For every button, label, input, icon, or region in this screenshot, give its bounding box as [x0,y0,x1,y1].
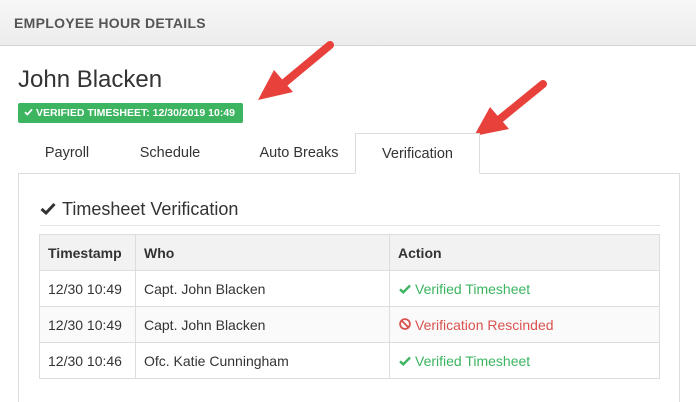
cell-who: Capt. John Blacken [135,270,390,307]
tab-payroll[interactable]: Payroll [18,133,116,174]
table-header-row: Timestamp Who Action [39,234,660,271]
annotation-arrow-tab [474,80,547,136]
section-title: Timesheet Verification [40,199,660,226]
check-icon [398,353,412,369]
tab-schedule[interactable]: Schedule [122,133,218,174]
column-header-who: Who [135,234,390,271]
cell-timestamp: 12/30 10:49 [39,306,136,343]
action-text: Verified Timesheet [415,280,531,297]
check-icon [398,281,412,297]
cell-timestamp: 12/30 10:46 [39,342,136,379]
action-text: Verification Rescinded [415,316,554,333]
section-title-text: Timesheet Verification [62,199,239,219]
action-text: Verified Timesheet [415,352,531,369]
badge-text: VERIFIED TIMESHEET: 12/30/2019 10:49 [36,107,236,119]
page-header-title: EMPLOYEE HOUR DETAILS [14,15,206,31]
column-header-action: Action [389,234,660,271]
verification-log-table: Timestamp Who Action 12/30 10:49 Capt. J… [39,234,660,379]
tab-bar: Payroll Schedule Auto Breaks Verificatio… [18,133,680,174]
check-icon [24,103,33,123]
tab-verification[interactable]: Verification [355,133,480,174]
column-header-timestamp: Timestamp [39,234,136,271]
verified-timesheet-badge: VERIFIED TIMESHEET: 12/30/2019 10:49 [18,103,244,123]
table-row: 12/30 10:49 Capt. John Blacken Verified … [39,270,660,307]
annotation-arrow-badge [258,41,334,100]
cell-who: Capt. John Blacken [135,306,390,343]
cell-action: Verified Timesheet [389,342,660,379]
check-icon [40,199,58,220]
cell-timestamp: 12/30 10:49 [39,270,136,307]
employee-name: John Blacken [18,66,163,93]
cell-who: Ofc. Katie Cunningham [135,342,390,379]
table-row: 12/30 10:46 Ofc. Katie Cunningham Verifi… [39,342,660,379]
page-header: EMPLOYEE HOUR DETAILS [0,0,696,46]
cell-action: Verified Timesheet [389,270,660,307]
cell-action: Verification Rescinded [389,306,660,343]
ban-icon [398,317,412,333]
tab-auto-breaks[interactable]: Auto Breaks [236,133,362,174]
table-row: 12/30 10:49 Capt. John Blacken Verificat… [39,306,660,343]
